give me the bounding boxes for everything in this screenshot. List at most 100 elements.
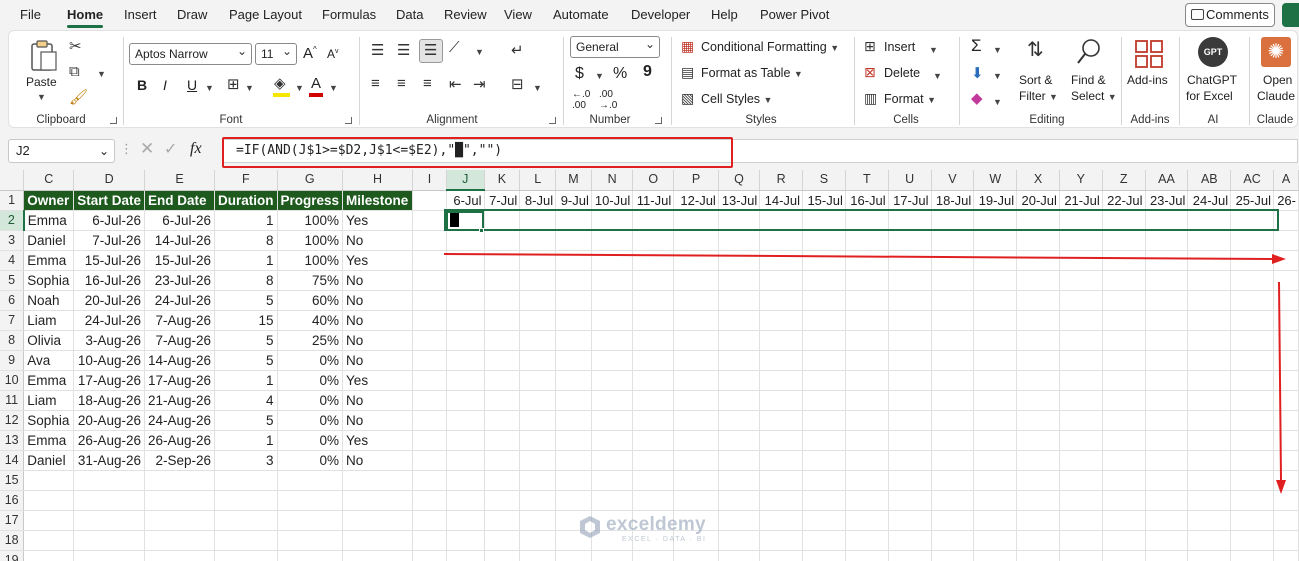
row-header-10[interactable]: 10: [0, 370, 25, 391]
cell-p11[interactable]: [673, 390, 719, 411]
cell-e9[interactable]: 14-Aug-26: [144, 350, 216, 371]
select-all-corner[interactable]: [0, 170, 25, 191]
row-header-16[interactable]: 16: [0, 490, 25, 511]
timeline-date-cell[interactable]: 12-Jul: [673, 190, 719, 211]
font-name-select[interactable]: Aptos Narrow: [129, 41, 252, 65]
cell-ac12[interactable]: [1230, 410, 1274, 431]
cell-o2[interactable]: [632, 210, 675, 231]
cell-q16[interactable]: [718, 490, 761, 511]
timeline-date-cell[interactable]: 14-Jul: [759, 190, 804, 211]
cell-ab18[interactable]: [1187, 530, 1232, 551]
chatgpt-button[interactable]: GPT ChatGPT for Excel: [1183, 35, 1243, 107]
cell-h8[interactable]: No: [342, 330, 413, 351]
cell-c2[interactable]: Emma: [23, 210, 75, 231]
cell-n2[interactable]: [591, 210, 634, 231]
delete-cells-icon[interactable]: ⊠: [864, 64, 876, 81]
tab-formulas[interactable]: Formulas: [322, 7, 376, 22]
tab-page-layout[interactable]: Page Layout: [229, 7, 302, 22]
cell-f3[interactable]: 8: [214, 230, 278, 251]
cell-h10[interactable]: Yes: [342, 370, 413, 391]
cell-d6[interactable]: 20-Jul-26: [73, 290, 145, 311]
cell-r14[interactable]: [759, 450, 804, 471]
cell-c19[interactable]: [23, 550, 75, 561]
cell-u12[interactable]: [888, 410, 932, 431]
comments-button[interactable]: Comments: [1185, 3, 1275, 27]
cell-ab13[interactable]: [1187, 430, 1232, 451]
cell-s10[interactable]: [802, 370, 846, 391]
cell-a14[interactable]: [1273, 450, 1299, 471]
format-as-table-icon[interactable]: ▤: [681, 64, 694, 81]
cell-ac16[interactable]: [1230, 490, 1274, 511]
cell-m19[interactable]: [555, 550, 592, 561]
cell-d8[interactable]: 3-Aug-26: [73, 330, 145, 351]
cell-ac9[interactable]: [1230, 350, 1274, 371]
cell-w4[interactable]: [973, 250, 1018, 271]
column-header-o[interactable]: O: [632, 170, 675, 191]
cell-k11[interactable]: [484, 390, 521, 411]
cell-f6[interactable]: 5: [214, 290, 278, 311]
cell-i7[interactable]: [412, 310, 447, 331]
cell-q14[interactable]: [718, 450, 761, 471]
cell-aa16[interactable]: [1145, 490, 1189, 511]
cell-l15[interactable]: [519, 470, 557, 491]
column-header-d[interactable]: D: [73, 170, 145, 191]
fill-color-icon[interactable]: ◈: [274, 74, 286, 92]
cell-n7[interactable]: [591, 310, 634, 331]
cell-t3[interactable]: [845, 230, 889, 251]
cell-ac8[interactable]: [1230, 330, 1274, 351]
cell-f9[interactable]: 5: [214, 350, 278, 371]
cell-aa15[interactable]: [1145, 470, 1189, 491]
cell-s2[interactable]: [802, 210, 846, 231]
tab-draw[interactable]: Draw: [177, 7, 207, 22]
cell-c4[interactable]: Emma: [23, 250, 75, 271]
cell-j15[interactable]: [446, 470, 485, 491]
cell-x8[interactable]: [1016, 330, 1060, 351]
cell-i3[interactable]: [412, 230, 447, 251]
cell-f17[interactable]: [214, 510, 278, 531]
cell-a17[interactable]: [1273, 510, 1299, 531]
timeline-date-cell[interactable]: 13-Jul: [718, 190, 761, 211]
cell-o15[interactable]: [632, 470, 675, 491]
cell-y8[interactable]: [1059, 330, 1103, 351]
cell-o6[interactable]: [632, 290, 675, 311]
cell-l18[interactable]: [519, 530, 557, 551]
cell-aa10[interactable]: [1145, 370, 1189, 391]
clipboard-launcher-icon[interactable]: [110, 117, 117, 124]
row-header-18[interactable]: 18: [0, 530, 25, 551]
header-cell[interactable]: Duration: [214, 190, 278, 211]
cell-v3[interactable]: [931, 230, 975, 251]
chevron-down-icon[interactable]: ▼: [993, 71, 1002, 81]
cell-g13[interactable]: 0%: [277, 430, 344, 451]
enter-icon[interactable]: ✓: [164, 139, 177, 159]
cell-aa18[interactable]: [1145, 530, 1189, 551]
cell-q13[interactable]: [718, 430, 761, 451]
cell-aa5[interactable]: [1145, 270, 1189, 291]
cell-m16[interactable]: [555, 490, 592, 511]
cell-x17[interactable]: [1016, 510, 1060, 531]
cell-y5[interactable]: [1059, 270, 1103, 291]
cell-aa13[interactable]: [1145, 430, 1189, 451]
cell-x9[interactable]: [1016, 350, 1060, 371]
cell-d10[interactable]: 17-Aug-26: [73, 370, 145, 391]
cell-x5[interactable]: [1016, 270, 1060, 291]
cell-w13[interactable]: [973, 430, 1018, 451]
cell-z13[interactable]: [1102, 430, 1146, 451]
cell-i12[interactable]: [412, 410, 447, 431]
chevron-down-icon[interactable]: ▼: [993, 45, 1002, 55]
cell-c11[interactable]: Liam: [23, 390, 75, 411]
cell-v19[interactable]: [931, 550, 975, 561]
cell-m8[interactable]: [555, 330, 592, 351]
cell-ac5[interactable]: [1230, 270, 1274, 291]
cell-j8[interactable]: [446, 330, 485, 351]
cell-r13[interactable]: [759, 430, 804, 451]
cell-o16[interactable]: [632, 490, 675, 511]
cell-j16[interactable]: [446, 490, 485, 511]
cell-z4[interactable]: [1102, 250, 1146, 271]
cell-z5[interactable]: [1102, 270, 1146, 291]
cell-t9[interactable]: [845, 350, 889, 371]
percent-button[interactable]: %: [613, 65, 627, 83]
cell-w9[interactable]: [973, 350, 1018, 371]
cell-c3[interactable]: Daniel: [23, 230, 75, 251]
cell-r11[interactable]: [759, 390, 804, 411]
cell-ac17[interactable]: [1230, 510, 1274, 531]
